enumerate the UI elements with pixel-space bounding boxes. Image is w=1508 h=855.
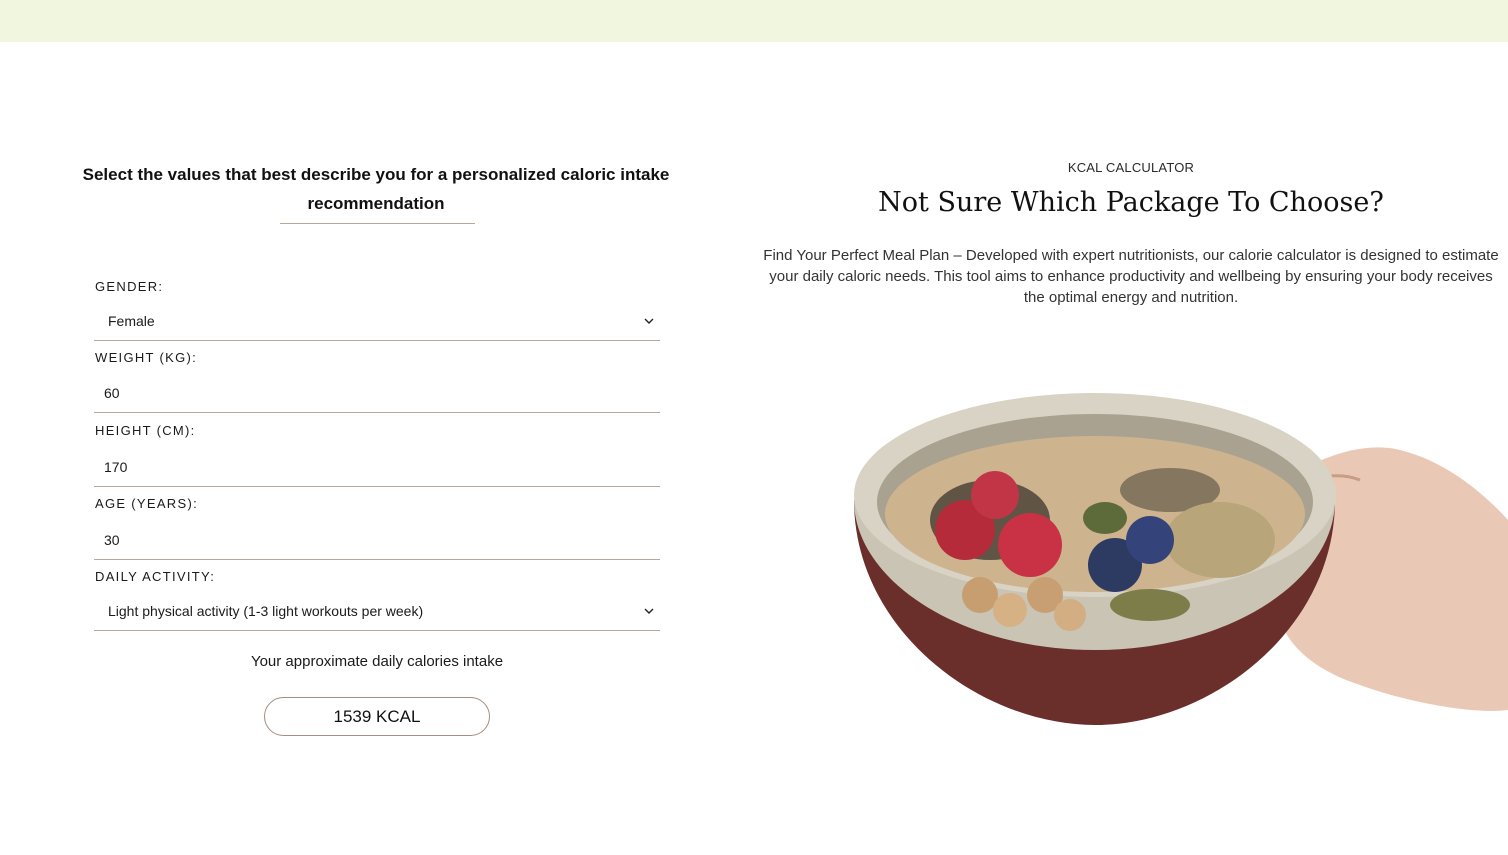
section-description: Find Your Perfect Meal Plan – Developed … (763, 247, 1499, 306)
height-value: 170 (104, 459, 128, 475)
chevron-down-icon (644, 318, 654, 324)
calculator-intro: Select the values that best describe you… (82, 165, 670, 213)
height-input[interactable]: 170 (94, 451, 660, 487)
intro-divider (280, 223, 475, 224)
activity-select[interactable]: Light physical activity (1-3 light worko… (94, 595, 660, 631)
gender-value: Female (108, 313, 155, 329)
result-label: Your approximate daily calories intake (250, 653, 504, 670)
age-value: 30 (104, 532, 120, 548)
weight-value: 60 (104, 385, 120, 401)
section-headline: Not Sure Which Package To Choose? (878, 187, 1384, 218)
weight-input[interactable]: 60 (94, 377, 660, 413)
bowl-hand-image (854, 393, 1508, 725)
age-label: AGE (YEARS): (95, 496, 199, 511)
chevron-down-icon (644, 608, 654, 614)
weight-label: WEIGHT (KG): (95, 350, 198, 365)
top-banner (0, 0, 1508, 42)
age-input[interactable]: 30 (94, 524, 660, 560)
calorie-result-button[interactable]: 1539 KCAL (264, 697, 490, 736)
activity-label: DAILY ACTIVITY: (95, 569, 216, 584)
gender-select[interactable]: Female (94, 305, 660, 341)
section-eyebrow: KCAL CALCULATOR (1067, 160, 1195, 175)
activity-value: Light physical activity (1-3 light worko… (108, 603, 424, 619)
height-label: HEIGHT (CM): (95, 423, 196, 438)
gender-label: GENDER: (95, 279, 164, 294)
